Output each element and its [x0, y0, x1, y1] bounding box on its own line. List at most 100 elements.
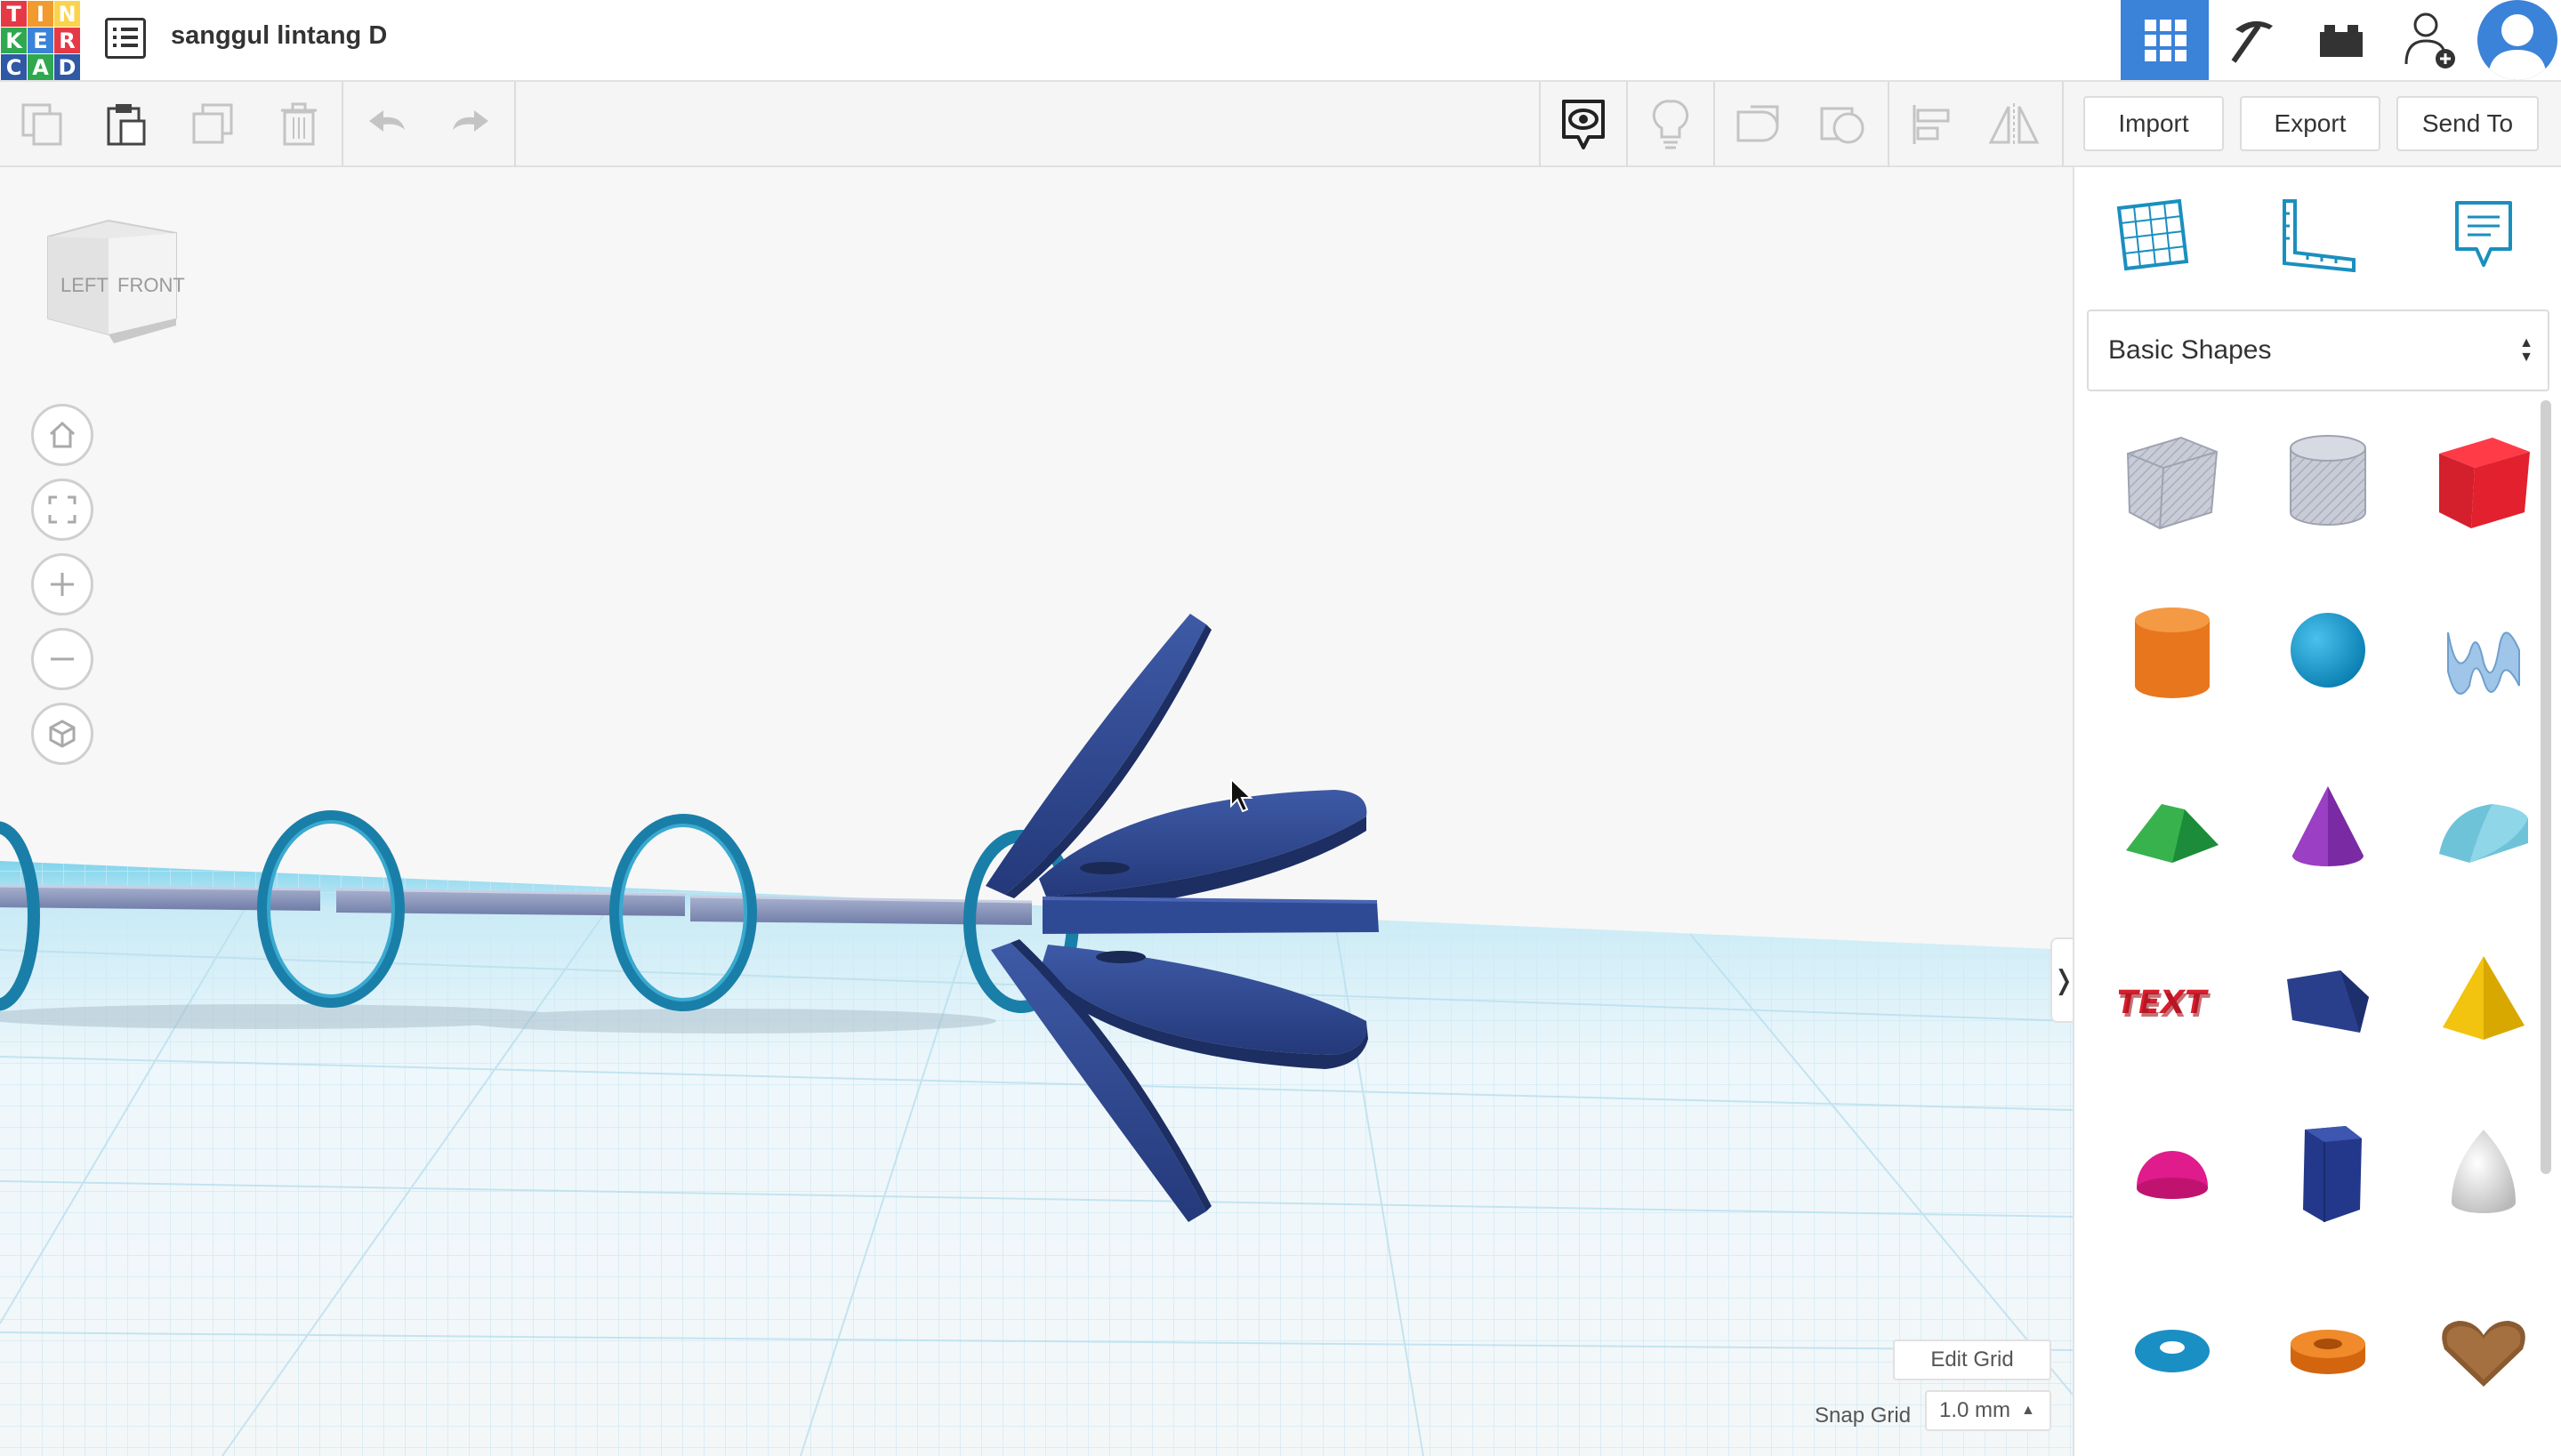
shape-sphere[interactable] [2266, 591, 2390, 716]
shape-cylinder[interactable] [2110, 591, 2235, 716]
shape-text[interactable]: TEXT TEXT [2110, 938, 2235, 1063]
snap-grid-value: 1.0 mm [1939, 1398, 2011, 1422]
3d-design-button[interactable] [2121, 0, 2209, 80]
shape-heart[interactable] [2421, 1285, 2546, 1410]
show-all-icon [1562, 100, 1605, 149]
redo-icon [453, 110, 488, 132]
zoom-out-button[interactable] [31, 628, 93, 690]
duplicate-icon [192, 103, 233, 144]
circuits-button[interactable] [2209, 0, 2297, 80]
fit-view-icon [48, 495, 77, 524]
perspective-button[interactable] [31, 703, 93, 765]
group-icon [1736, 105, 1779, 142]
ungroup-button[interactable] [1800, 82, 1886, 167]
shape-wedge[interactable] [2266, 938, 2390, 1063]
ruler-icon [2283, 199, 2356, 272]
shape-roof[interactable] [2110, 765, 2235, 889]
logo-letter: A [28, 54, 53, 80]
redo-button[interactable] [427, 82, 512, 167]
logo-letter: R [54, 28, 80, 53]
profile-button[interactable] [2473, 0, 2561, 80]
shape-box[interactable] [2421, 418, 2546, 543]
chain-disk[interactable] [689, 895, 1033, 925]
shape-pyramid[interactable] [2421, 938, 2546, 1063]
notes-icon [2455, 201, 2512, 267]
shape-half-sphere[interactable] [2110, 1112, 2235, 1236]
codeblocks-button[interactable] [2297, 0, 2385, 80]
design-list-icon[interactable] [105, 18, 146, 59]
import-button[interactable]: Import [2083, 96, 2224, 151]
group-button[interactable] [1715, 82, 1800, 167]
tinkercad-logo[interactable]: TIN KER CAD [0, 0, 82, 80]
ruler-button[interactable] [2275, 192, 2361, 278]
snap-grid-label: Snap Grid [1815, 1404, 1912, 1428]
shape-cylinder-hole[interactable] [2266, 418, 2390, 543]
logo-letter: T [1, 1, 27, 27]
undo-icon [369, 110, 405, 132]
export-button[interactable]: Export [2240, 96, 2380, 151]
delete-icon [281, 102, 317, 146]
workplane-button[interactable] [2110, 192, 2195, 278]
shape-box-hole[interactable] [2110, 418, 2235, 543]
copy-icon [21, 103, 62, 146]
paste-button[interactable] [84, 82, 169, 167]
3d-scene[interactable] [0, 167, 2073, 1456]
chain-disk[interactable] [0, 884, 321, 911]
shape-polygon[interactable] [2266, 1112, 2390, 1236]
notes-panel-button[interactable] [2441, 192, 2526, 278]
logo-letter: C [1, 54, 27, 80]
logo-letter: K [1, 28, 27, 53]
align-button[interactable] [1889, 82, 1975, 167]
logo-letter: N [54, 1, 80, 27]
chain-disk[interactable] [335, 888, 686, 916]
shape-paraboloid[interactable] [2421, 1112, 2546, 1236]
perspective-icon [49, 720, 76, 748]
workplane-viewport[interactable]: LEFT FRONT ❭ Edit Grid Snap Grid 1.0 mm … [0, 167, 2073, 1456]
top-bar: TIN KER CAD sanggul lintang D [0, 0, 2561, 82]
top-right-nav [2121, 0, 2561, 80]
shape-category-select[interactable]: Basic Shapes ▲ ▼ [2087, 310, 2549, 391]
shape-scribble[interactable] [2421, 591, 2546, 716]
zoom-in-icon [51, 573, 74, 596]
panel-scrollbar[interactable] [2541, 400, 2551, 1174]
undo-button[interactable] [345, 82, 431, 167]
copy-button[interactable] [0, 82, 85, 167]
brick-icon [2319, 25, 2363, 57]
shape-category-value: Basic Shapes [2108, 335, 2272, 365]
panel-collapse-tab[interactable]: ❭ [2050, 937, 2073, 1023]
caret-up-icon: ▲ [2021, 1403, 2035, 1418]
design-title[interactable]: sanggul lintang D [171, 21, 387, 51]
edit-grid-button[interactable]: Edit Grid [1893, 1339, 2051, 1380]
viewcube-left-face[interactable]: LEFT [60, 274, 109, 296]
notes-button[interactable] [1628, 82, 1713, 167]
home-view-button[interactable] [31, 404, 93, 466]
viewcube-front-face[interactable]: FRONT [117, 274, 185, 296]
workplane-icon [2116, 198, 2189, 271]
mirror-button[interactable] [1971, 82, 2057, 167]
send-to-button[interactable]: Send To [2396, 96, 2539, 151]
petal-middle[interactable] [1042, 897, 1379, 934]
edit-toolbar: Import Export Send To [0, 82, 2561, 167]
show-all-button[interactable] [1541, 82, 1626, 167]
duplicate-button[interactable] [171, 82, 256, 167]
shapes-panel: Basic Shapes ▲ ▼ TEXT TEXT [2073, 167, 2561, 1456]
shape-round-roof[interactable] [2421, 765, 2546, 889]
user-avatar-icon [2476, 0, 2557, 80]
pickaxe-icon [2231, 20, 2273, 63]
3d-design-icon [2144, 20, 2187, 61]
shape-tube[interactable] [2266, 1285, 2390, 1410]
invite-button[interactable] [2385, 0, 2473, 80]
shape-cone[interactable] [2266, 765, 2390, 889]
notes-lightbulb-icon [1652, 100, 1689, 149]
shape-torus[interactable] [2110, 1285, 2235, 1410]
zoom-in-button[interactable] [31, 553, 93, 615]
logo-letter: E [28, 28, 53, 53]
home-view-icon [49, 421, 76, 448]
view-cube[interactable]: LEFT FRONT [43, 219, 185, 357]
mirror-icon [1988, 103, 2040, 146]
fit-view-button[interactable] [31, 479, 93, 541]
snap-grid-select[interactable]: 1.0 mm ▲ [1925, 1390, 2051, 1431]
delete-button[interactable] [256, 82, 342, 167]
paste-icon [107, 104, 146, 146]
zoom-out-icon [51, 657, 74, 661]
